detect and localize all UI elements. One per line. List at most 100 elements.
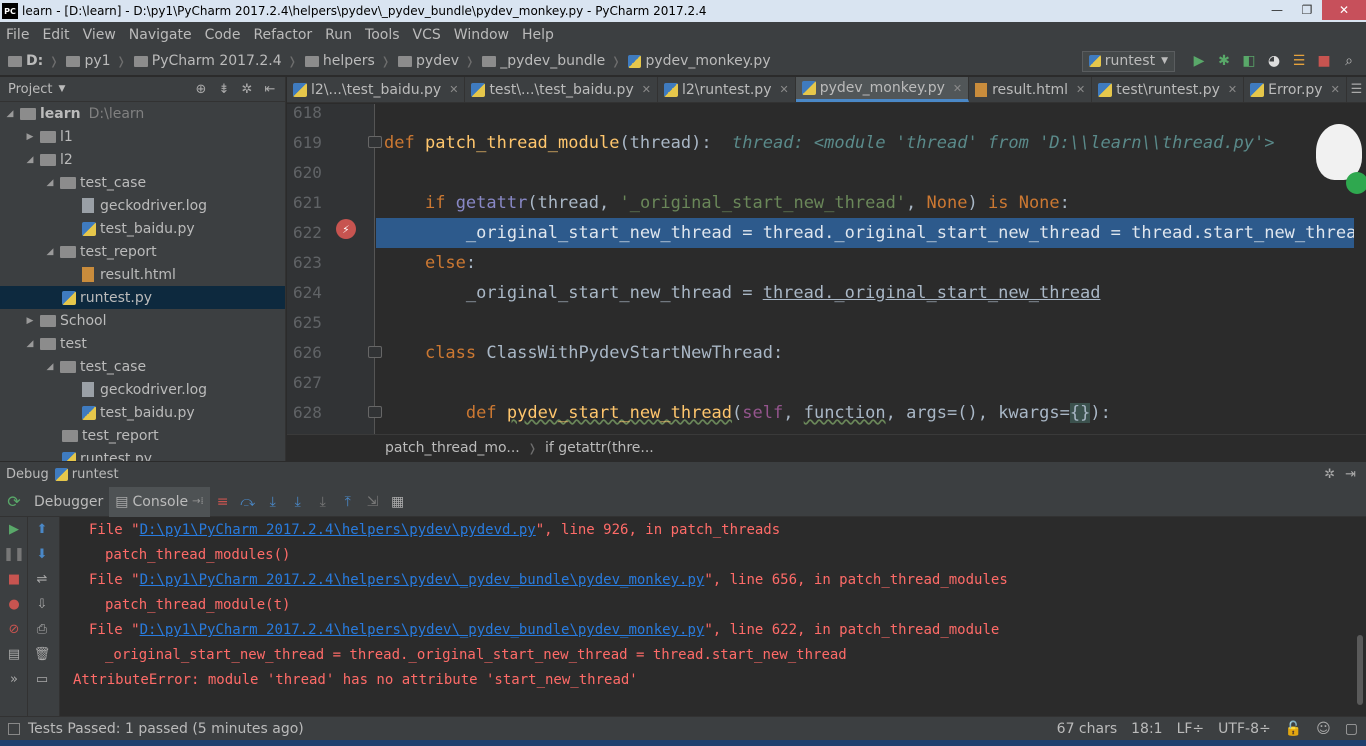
scroll-to-end-icon[interactable]: ⇩ (28, 592, 56, 617)
editor-gutter[interactable]: 618 619 620 621 622 623 624 625 626 627 … (287, 104, 382, 434)
tab-debugger[interactable]: Debugger (28, 487, 109, 517)
menu-edit[interactable]: Edit (42, 27, 69, 43)
tree-item-geckodriver-log[interactable]: geckodriver.log (0, 194, 285, 217)
nav-crumb-pydev-bundle[interactable]: _pydev_bundle ❭ (482, 53, 620, 69)
close-tab-icon[interactable]: ✕ (1076, 83, 1085, 96)
mute-breakpoints-icon[interactable]: ⊘ (0, 617, 28, 642)
status-message[interactable]: Tests Passed: 1 passed (5 minutes ago) (28, 721, 304, 737)
tree-item-geckodriver-log[interactable]: geckodriver.log (0, 378, 285, 401)
tab-error[interactable]: Error.py ✕ (1244, 77, 1347, 102)
close-tab-icon[interactable]: ✕ (449, 83, 458, 96)
hide-panel-icon[interactable]: ⇥ (1345, 467, 1356, 482)
close-tab-icon[interactable]: ✕ (642, 83, 651, 96)
debug-config-name[interactable]: runtest (72, 467, 119, 482)
tree-item-school[interactable]: ▶ School (0, 309, 285, 332)
tab-pydev-monkey[interactable]: pydev_monkey.py ✕ (795, 77, 970, 102)
close-window-button[interactable]: ✕ (1322, 0, 1366, 20)
console-file-link[interactable]: D:\py1\PyCharm 2017.2.4\helpers\pydev\_p… (140, 572, 705, 588)
force-step-into-icon[interactable]: ⤓ (311, 490, 335, 514)
maximize-button[interactable]: ❐ (1292, 0, 1322, 20)
menu-navigate[interactable]: Navigate (129, 27, 192, 43)
tree-item-test[interactable]: ◢ test (0, 332, 285, 355)
notifications-icon[interactable]: ▢ (1345, 721, 1358, 737)
show-execution-point-icon[interactable]: ≡ (211, 490, 235, 514)
debug-button[interactable]: ✱ (1215, 52, 1233, 70)
expand-icon[interactable]: » (0, 667, 28, 692)
breadcrumb-statement[interactable]: if getattr(thre... (545, 440, 654, 456)
tree-item-l2[interactable]: ◢ l2 (0, 148, 285, 171)
rerun-icon[interactable]: ⟳ (0, 492, 28, 511)
menu-tools[interactable]: Tools (365, 27, 400, 43)
hide-panel-icon[interactable]: ⇤ (261, 82, 279, 97)
lock-icon[interactable]: 🔓 (1285, 721, 1302, 737)
tree-item-test-report[interactable]: ◢ test_report (0, 240, 285, 263)
close-tab-icon[interactable]: ✕ (1331, 83, 1340, 96)
tree-item-learn[interactable]: ◢ learn D:\learn (0, 102, 285, 125)
evaluate-expression-icon[interactable]: ▦ (386, 490, 410, 514)
soft-wrap-icon[interactable]: ⇌ (28, 567, 56, 592)
tree-item-test-report[interactable]: test_report (0, 424, 285, 447)
console-scrollbar[interactable] (1354, 517, 1366, 716)
scrollbar-thumb[interactable] (1357, 635, 1363, 705)
tab-result-html[interactable]: result.html ✕ (969, 77, 1093, 102)
tree-item-result-html[interactable]: result.html (0, 263, 285, 286)
nav-crumb-drive[interactable]: D: ❭ (8, 53, 58, 69)
menu-view[interactable]: View (83, 27, 116, 43)
close-tab-icon[interactable]: ✕ (1228, 83, 1237, 96)
collapse-all-icon[interactable]: ⇟ (215, 82, 233, 97)
tree-item-runtest[interactable]: runtest.py (0, 447, 285, 461)
menu-run[interactable]: Run (325, 27, 352, 43)
tree-item-test-case[interactable]: ◢ test_case (0, 355, 285, 378)
run-to-cursor-icon[interactable]: ⇲ (361, 490, 385, 514)
layout-settings-icon[interactable]: ▤ (0, 642, 28, 667)
exception-breakpoint-icon[interactable]: ⚡ (336, 219, 356, 239)
scroll-up-icon[interactable]: ⬆ (28, 517, 56, 542)
tool-windows-toggle-icon[interactable] (8, 722, 20, 735)
tree-item-test-baidu[interactable]: test_baidu.py (0, 217, 285, 240)
concurrency-diagram-button[interactable]: ☰ (1290, 52, 1308, 70)
tab-test-test-baidu[interactable]: test\...\test_baidu.py ✕ (465, 77, 658, 102)
tab-test-runtest[interactable]: test\runtest.py ✕ (1092, 77, 1245, 102)
line-separator[interactable]: LF÷ (1177, 721, 1205, 737)
hector-icon[interactable]: ☺ (1316, 721, 1331, 737)
run-with-coverage-button[interactable]: ◧ (1240, 52, 1258, 70)
run-button[interactable]: ▶ (1190, 52, 1208, 70)
tab-l2-runtest[interactable]: l2\runtest.py ✕ (658, 77, 796, 102)
step-into-icon[interactable]: ⤓ (261, 490, 285, 514)
resume-icon[interactable]: ▶ (0, 517, 28, 542)
nav-crumb-py1[interactable]: py1 ❭ (66, 53, 126, 69)
close-tab-icon[interactable]: ✕ (953, 82, 962, 95)
scroll-down-icon[interactable]: ⬇ (28, 542, 56, 567)
search-everywhere-icon[interactable]: ⌕ (1340, 52, 1358, 70)
menu-vcs[interactable]: VCS (413, 27, 441, 43)
stop-button[interactable]: ■ (1315, 52, 1333, 70)
tree-item-test-baidu[interactable]: test_baidu.py (0, 401, 285, 424)
code-editor[interactable]: 618 619 620 621 622 623 624 625 626 627 … (287, 104, 1366, 434)
view-breakpoints-icon[interactable]: ● (0, 592, 28, 617)
caret-position[interactable]: 18:1 (1131, 721, 1162, 737)
profile-button[interactable]: ◕ (1265, 52, 1283, 70)
print-icon[interactable]: ⎙ (28, 617, 56, 642)
step-out-icon[interactable]: ⤒ (336, 490, 360, 514)
menu-code[interactable]: Code (205, 27, 241, 43)
console-file-link[interactable]: D:\py1\PyCharm 2017.2.4\helpers\pydev\_p… (140, 622, 705, 638)
nav-crumb-pydev[interactable]: pydev ❭ (398, 53, 474, 69)
stop-icon[interactable]: ■ (0, 567, 28, 592)
nav-crumb-pycharm[interactable]: PyCharm 2017.2.4 ❭ (133, 53, 297, 69)
menu-refactor[interactable]: Refactor (253, 27, 312, 43)
scroll-from-source-icon[interactable]: ⊕ (192, 82, 210, 97)
console-file-link[interactable]: D:\py1\PyCharm 2017.2.4\helpers\pydev\py… (140, 522, 536, 538)
pause-icon[interactable]: ❚❚ (0, 542, 28, 567)
menu-window[interactable]: Window (454, 27, 509, 43)
tab-l2-test-baidu[interactable]: l2\...\test_baidu.py ✕ (287, 77, 466, 102)
project-view-selector[interactable]: Project (8, 82, 52, 97)
tree-item-test-case[interactable]: ◢ test_case (0, 171, 285, 194)
run-configuration-select[interactable]: runtest ▼ (1081, 50, 1175, 72)
settings-gear-icon[interactable]: ✲ (1324, 467, 1335, 482)
minimize-button[interactable]: — (1262, 0, 1292, 20)
clear-all-icon[interactable]: 🗑 (28, 642, 56, 667)
breadcrumb-function[interactable]: patch_thread_mo... (385, 440, 520, 456)
nav-crumb-helpers[interactable]: helpers ❭ (304, 53, 390, 69)
nav-crumb-file[interactable]: pydev_monkey.py (628, 53, 771, 69)
tree-item-l1[interactable]: ▶ l1 (0, 125, 285, 148)
